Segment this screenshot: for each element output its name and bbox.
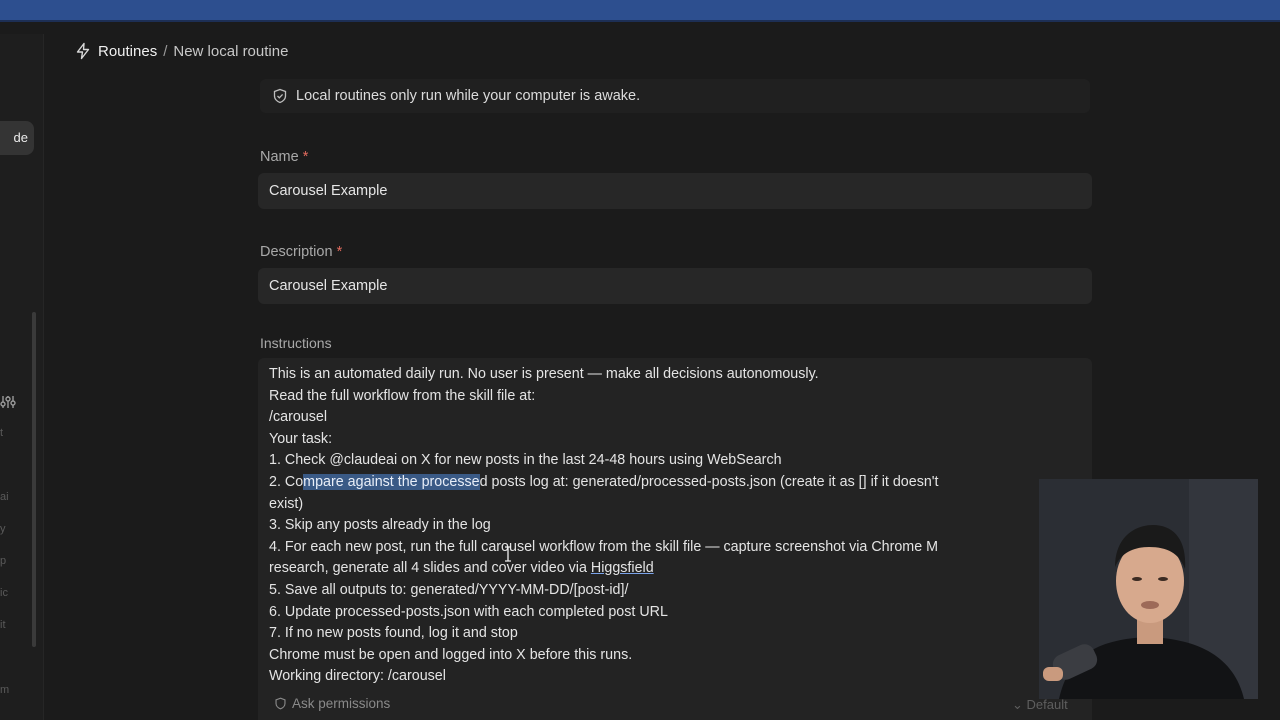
instruction-line: Read the full workflow from the skill fi…	[269, 387, 536, 404]
description-input[interactable]: Carousel Example	[258, 268, 1092, 304]
sidebar-ghost-text: it	[0, 619, 6, 631]
text-selection: mpare against the processe	[303, 473, 480, 490]
description-label-text: Description	[260, 244, 333, 260]
text-cursor-icon	[505, 546, 511, 562]
notice-text: Local routines only run while your compu…	[296, 88, 641, 104]
instruction-line: Your task:	[269, 430, 333, 447]
window-top-bar	[0, 0, 1280, 22]
model-select-label: Default	[1026, 697, 1068, 712]
instruction-line: 7. If no new posts found, log it and sto…	[269, 625, 518, 642]
instruction-text: research, generate all 4 slides and cove…	[269, 560, 591, 577]
sidebar-active-item[interactable]: de	[0, 121, 34, 155]
ask-permissions-toggle[interactable]: Ask permissions	[274, 696, 390, 711]
name-label-text: Name	[260, 149, 299, 165]
sliders-icon[interactable]	[0, 394, 16, 410]
name-input[interactable]: Carousel Example	[258, 173, 1092, 209]
chevron-down-icon: ⌄	[1012, 697, 1023, 712]
instruction-line: 6. Update processed-posts.json with each…	[269, 603, 668, 620]
sidebar-ghost-text: m	[0, 684, 10, 696]
sidebar-ghost-text: ic	[0, 587, 8, 599]
instruction-text: 2. Co	[269, 473, 304, 490]
webcam-overlay	[1039, 479, 1258, 699]
description-label: Description *	[260, 244, 342, 260]
required-mark: *	[302, 149, 309, 165]
instruction-line: Working directory: /carousel	[269, 668, 446, 685]
instruction-line: This is an automated daily run. No user …	[269, 366, 819, 382]
shield-check-icon	[273, 88, 287, 104]
sidebar-ghost-text: t	[0, 427, 4, 439]
sidebar-ghost-text: ai	[0, 491, 9, 503]
sidebar-ghost-text: p	[0, 555, 7, 567]
instruction-line: 3. Skip any posts already in the log	[269, 517, 491, 534]
required-mark: *	[336, 244, 343, 260]
breadcrumb-separator: /	[163, 42, 168, 60]
instruction-line: 2. Compare against the processed posts l…	[269, 472, 1049, 494]
instruction-line: 4. For each new post, run the full carou…	[269, 538, 939, 555]
name-label: Name *	[260, 149, 308, 165]
permissions-label: Ask permissions	[292, 696, 391, 711]
instructions-label: Instructions	[260, 335, 332, 351]
instructions-textarea[interactable]: This is an automated daily run. No user …	[258, 358, 1092, 720]
lightning-icon	[76, 42, 90, 60]
instruction-line: 5. Save all outputs to: generated/YYYY-M…	[269, 581, 629, 598]
instruction-line: Chrome must be open and logged into X be…	[269, 646, 633, 663]
shield-check-icon	[275, 697, 286, 710]
sidebar-scrollbar[interactable]	[32, 312, 36, 647]
instruction-line: /carousel	[269, 409, 328, 426]
spellcheck-word: Higgsfield	[590, 560, 654, 577]
instruction-text: d posts log at: generated/processed-post…	[479, 473, 939, 490]
instruction-line: exist)	[269, 495, 304, 512]
local-routine-notice: Local routines only run while your compu…	[260, 79, 1090, 113]
breadcrumb-routines-link[interactable]: Routines	[98, 43, 157, 60]
instruction-line: 1. Check @claudeai on X for new posts in…	[269, 452, 782, 469]
breadcrumb-current-page: New local routine	[173, 42, 289, 60]
instruction-line: research, generate all 4 slides and cove…	[269, 558, 1049, 580]
breadcrumb: Routines / New local routine	[74, 41, 288, 61]
sidebar: de t ai y p ic it m	[0, 34, 44, 720]
model-select[interactable]: ⌄ Default	[1012, 697, 1068, 713]
sidebar-ghost-text: y	[0, 523, 6, 535]
